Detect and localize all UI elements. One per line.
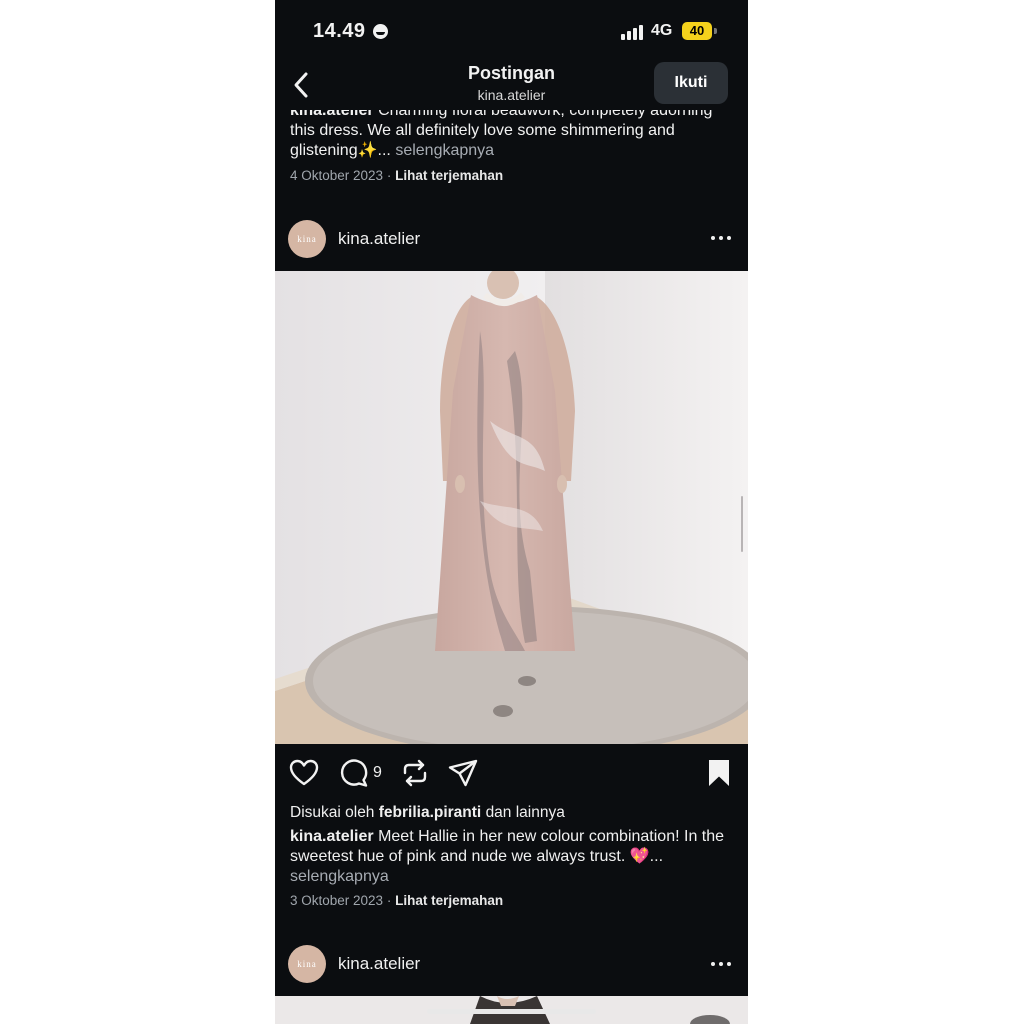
meta-dot: · <box>386 893 396 908</box>
avatar[interactable]: kina <box>288 945 326 983</box>
caption-text: kina.atelier Charming floral beadwork, c… <box>290 101 730 161</box>
share-icon[interactable] <box>447 757 479 789</box>
comment-count: 9 <box>373 764 382 781</box>
bookmark-icon[interactable] <box>703 757 735 789</box>
post-meta: 3 Oktober 2023 · Lihat terjemahan <box>290 893 503 908</box>
post-photo[interactable] <box>275 271 748 744</box>
phone-screen: 14.49 4G 40 kina.atelier Charming floral… <box>275 0 748 1024</box>
signal-icon <box>621 24 645 40</box>
post-username[interactable]: kina.atelier <box>338 229 420 249</box>
meta-dot: · <box>386 168 396 183</box>
translate-link[interactable]: Lihat terjemahan <box>395 168 503 183</box>
battery-icon: 40 <box>682 22 712 40</box>
avatar[interactable]: kina <box>288 220 326 258</box>
post-username[interactable]: kina.atelier <box>338 954 420 974</box>
post-date: 3 Oktober 2023 <box>290 893 384 908</box>
status-time: 14.49 <box>313 20 366 42</box>
see-more-link[interactable]: selengkapnya <box>290 868 389 885</box>
likes-line: Disukai oleh febrilia.piranti dan lainny… <box>290 803 730 823</box>
post-date: 4 Oktober 2023 <box>290 168 384 183</box>
follow-button[interactable]: Ikuti <box>654 62 728 104</box>
likes-user[interactable]: febrilia.piranti <box>379 804 482 821</box>
post-caption: kina.atelier Meet Hallie in her new colo… <box>290 827 730 887</box>
likes-prefix: Disukai oleh <box>290 804 375 821</box>
heart-icon[interactable] <box>288 757 320 789</box>
repost-icon[interactable] <box>399 757 431 789</box>
comment-icon[interactable] <box>338 757 370 789</box>
post-meta: 4 Oktober 2023 · Lihat terjemahan <box>290 168 503 183</box>
translate-link[interactable]: Lihat terjemahan <box>395 893 503 908</box>
network-label: 4G <box>651 22 673 39</box>
status-face-icon <box>373 24 388 39</box>
home-indicator[interactable] <box>427 1009 596 1014</box>
more-icon[interactable] <box>711 962 733 968</box>
likes-suffix[interactable]: dan lainnya <box>486 804 565 821</box>
see-more-link[interactable]: selengkapnya <box>395 142 494 159</box>
caption-username[interactable]: kina.atelier <box>290 828 374 845</box>
battery-tip <box>714 28 717 34</box>
more-icon[interactable] <box>711 236 733 242</box>
